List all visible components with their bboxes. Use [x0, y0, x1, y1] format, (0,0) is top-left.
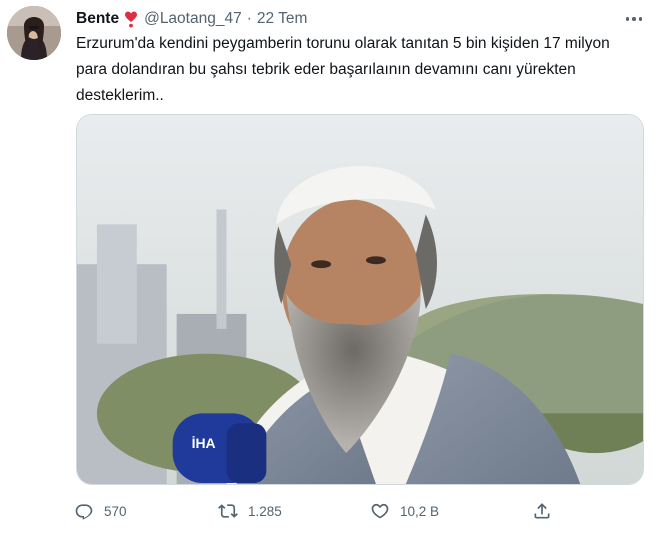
- tweet-date[interactable]: 22 Tem: [257, 10, 308, 28]
- more-options-icon[interactable]: [622, 9, 646, 29]
- display-name[interactable]: Bente: [76, 10, 119, 28]
- share-icon: [534, 503, 550, 519]
- microphone-label: İHA: [192, 435, 216, 451]
- reply-icon: [75, 504, 93, 520]
- reply-button[interactable]: 570: [74, 496, 127, 526]
- share-button[interactable]: [532, 496, 552, 526]
- tweet-text: Erzurum'da kendini peygamberin torunu ol…: [76, 35, 610, 104]
- tweet-header: Bente @Laotang_47 · 22 Tem: [76, 8, 644, 30]
- avatar[interactable]: [7, 6, 61, 60]
- heart-exclamation-icon: [124, 11, 138, 28]
- tweet-actions: 570 1.285 10,2 B: [70, 496, 570, 526]
- tweet-media-photo[interactable]: İHA: [76, 114, 644, 485]
- retweet-button[interactable]: 1.285: [218, 496, 282, 526]
- retweet-icon: [218, 504, 238, 518]
- heart-outline-icon: [371, 503, 389, 519]
- retweet-count: 1.285: [248, 503, 282, 519]
- separator-dot: ·: [246, 10, 252, 27]
- like-count: 10,2 B: [400, 503, 440, 519]
- reply-count: 570: [104, 503, 127, 519]
- tweet[interactable]: Bente @Laotang_47 · 22 Tem Erzurum'da ke…: [0, 0, 664, 533]
- user-handle[interactable]: @Laotang_47: [144, 10, 242, 28]
- like-button[interactable]: 10,2 B: [370, 496, 439, 526]
